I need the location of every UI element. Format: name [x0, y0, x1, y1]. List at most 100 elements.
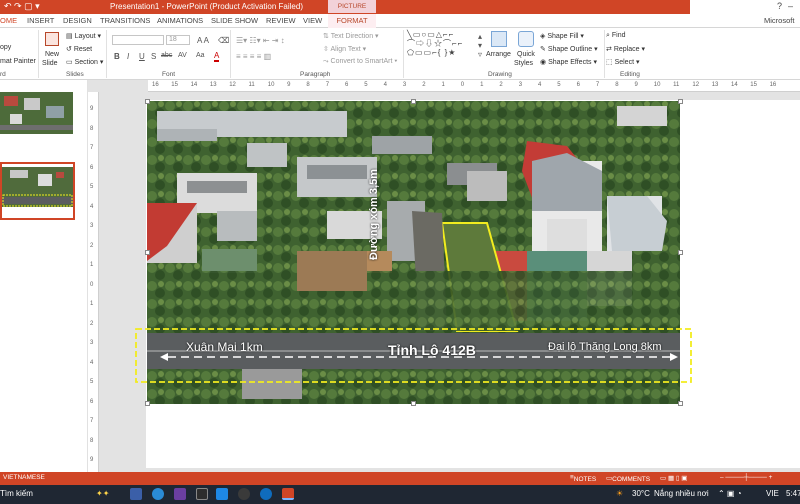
tab-insert[interactable]: INSERT — [27, 16, 54, 25]
convert-smartart-button[interactable]: ⤳ Convert to SmartArt ▾ — [323, 58, 397, 66]
weather-temp[interactable]: 30°C — [632, 489, 650, 498]
resize-handle-top-left[interactable] — [145, 99, 150, 104]
help-icon[interactable]: ? — [777, 1, 782, 11]
new-slide-button-line2[interactable]: Slide — [42, 60, 58, 67]
reset-button[interactable]: ↺ Reset — [66, 45, 92, 53]
input-language[interactable]: VIE — [766, 489, 779, 498]
resize-handle-top[interactable] — [411, 99, 416, 104]
font-name-box[interactable] — [112, 35, 164, 45]
select-button[interactable]: ⬚ Select ▾ — [606, 58, 640, 66]
char-spacing-button[interactable]: AV — [178, 52, 187, 59]
shapes-gallery[interactable]: ╲▭○▭△⌐⌐ ⌒⇨⇩☆⌒⌐⌐ ⬠▭▭⌐{ }★ — [407, 30, 479, 68]
bullets-icon[interactable]: ☰▾ ☷▾ ⇤ ⇥ ↕ — [236, 36, 285, 45]
drawing-group-label: Drawing — [488, 71, 512, 78]
tab-home[interactable]: OME — [0, 16, 17, 25]
shape-outline-button[interactable]: ✎ Shape Outline ▾ — [540, 45, 598, 53]
ruler-tick: 9 — [90, 106, 94, 112]
quick-styles-button[interactable]: Quick — [517, 51, 535, 58]
font-color-button[interactable]: A — [214, 52, 220, 62]
copy-button[interactable]: opy — [0, 44, 11, 51]
group-divider — [403, 30, 404, 78]
ruler-tick: 11 — [248, 82, 255, 88]
window-title: Presentation1 - PowerPoint (Product Acti… — [110, 2, 303, 11]
layout-button[interactable]: ▤ Layout ▾ — [66, 32, 101, 40]
layout-label: Layout — [74, 33, 96, 40]
grow-font-icon[interactable]: A A — [197, 36, 209, 45]
slide-thumbnail-2[interactable] — [0, 162, 75, 220]
strikethrough-button[interactable]: abc — [161, 52, 172, 59]
ribbon-tabs: OME INSERT DESIGN TRANSITIONS ANIMATIONS… — [0, 14, 800, 34]
section-button[interactable]: ▭ Section ▾ — [66, 58, 103, 66]
ruler-tick: 0 — [460, 82, 465, 88]
notes-button[interactable]: ≡ NOTES — [570, 474, 596, 483]
ruler-tick: 13 — [711, 82, 719, 88]
view-buttons[interactable]: ▭ ▦ ▯ ▣ — [660, 474, 687, 482]
notes-label: NOTES — [573, 476, 597, 483]
app-icon-7[interactable] — [260, 488, 272, 500]
arrange-icon[interactable] — [491, 31, 507, 47]
quick-access-toolbar[interactable]: ↶ ↷ ▢ ▾ — [4, 1, 40, 12]
minimize-icon[interactable]: – — [788, 1, 793, 11]
terminal-icon[interactable] — [196, 488, 208, 500]
ruler-tick: 1 — [90, 262, 94, 268]
app-icon-1[interactable] — [130, 488, 142, 500]
tray-icons[interactable]: ⌃ ▣ ◔ — [718, 489, 742, 498]
quick-styles-icon[interactable] — [518, 31, 534, 47]
tab-design[interactable]: DESIGN — [63, 16, 92, 25]
weather-text[interactable]: Nắng nhiều nơi — [654, 489, 709, 498]
new-slide-icon[interactable] — [45, 32, 59, 46]
taskbar-search[interactable]: Tìm kiếm — [0, 489, 33, 498]
resize-handle-bottom[interactable] — [411, 401, 416, 406]
resize-handle-bottom-left[interactable] — [145, 401, 150, 406]
powerpoint-icon[interactable] — [282, 488, 294, 500]
app-icon-3[interactable] — [174, 488, 186, 500]
group-divider — [38, 30, 39, 78]
ruler-tick: 14 — [731, 82, 738, 88]
text-direction-button[interactable]: ⇅ Text Direction ▾ — [323, 32, 379, 40]
shape-effects-button[interactable]: ◉ Shape Effects ▾ — [540, 58, 597, 66]
quick-styles-button-line2[interactable]: Styles — [514, 60, 533, 67]
tab-view[interactable]: VIEW — [303, 16, 322, 25]
italic-button[interactable]: I — [127, 52, 129, 61]
resize-handle-left[interactable] — [145, 250, 150, 255]
arrange-button[interactable]: Arrange — [486, 51, 511, 58]
ruler-tick: 13 — [209, 82, 217, 88]
ruler-tick: 15 — [750, 82, 757, 88]
zoom-slider[interactable]: – ────┼──── + — [720, 474, 772, 481]
align-icons[interactable]: ≡ ≡ ≡ ≡ ▥ — [236, 52, 271, 61]
replace-button[interactable]: ⇄ Replace ▾ — [606, 45, 645, 53]
clear-format-icon[interactable]: ⌫ — [218, 36, 229, 45]
clock[interactable]: 5:47 — [786, 489, 800, 498]
resize-handle-right[interactable] — [678, 250, 683, 255]
picture-tools-label: PICTURE TOOLS — [328, 0, 376, 23]
shape-fill-button[interactable]: ◈ Shape Fill ▾ — [540, 32, 584, 40]
ruler-tick: 9 — [90, 457, 94, 463]
resize-handle-bottom-right[interactable] — [678, 401, 683, 406]
tab-format[interactable]: FORMAT — [328, 14, 376, 28]
font-size-box[interactable]: 18 — [166, 35, 190, 45]
slide-thumbnail-2-image — [2, 164, 73, 218]
shadow-button[interactable]: S — [151, 52, 156, 61]
slide-thumbnail-1[interactable] — [0, 92, 73, 134]
tab-animations[interactable]: ANIMATIONS — [157, 16, 203, 25]
align-text-button[interactable]: ⇳ Align Text ▾ — [323, 45, 366, 53]
tab-transitions[interactable]: TRANSITIONS — [100, 16, 150, 25]
comments-button[interactable]: ▭ COMMENTS — [606, 474, 650, 483]
select-label: Select — [614, 59, 635, 66]
vscode-icon[interactable] — [216, 488, 228, 500]
tab-slide-show[interactable]: SLIDE SHOW — [211, 16, 258, 25]
change-case-button[interactable]: Aa — [196, 52, 205, 59]
find-button[interactable]: ⌕ Find — [606, 32, 626, 40]
shapes-more-icon[interactable]: ▴ ▾ ▿ — [478, 32, 482, 59]
resize-handle-top-right[interactable] — [678, 99, 683, 104]
ruler-tick: 3 — [402, 82, 407, 88]
bold-button[interactable]: B — [114, 52, 120, 61]
app-icon-6[interactable] — [238, 488, 250, 500]
underline-button[interactable]: U — [139, 52, 145, 61]
browser-icon[interactable] — [152, 488, 164, 500]
tab-review[interactable]: REVIEW — [266, 16, 296, 25]
ruler-tick: 10 — [267, 82, 275, 88]
new-slide-button[interactable]: New — [45, 51, 59, 58]
ruler-tick: 7 — [325, 82, 330, 88]
format-painter-button[interactable]: mat Painter — [0, 58, 36, 65]
